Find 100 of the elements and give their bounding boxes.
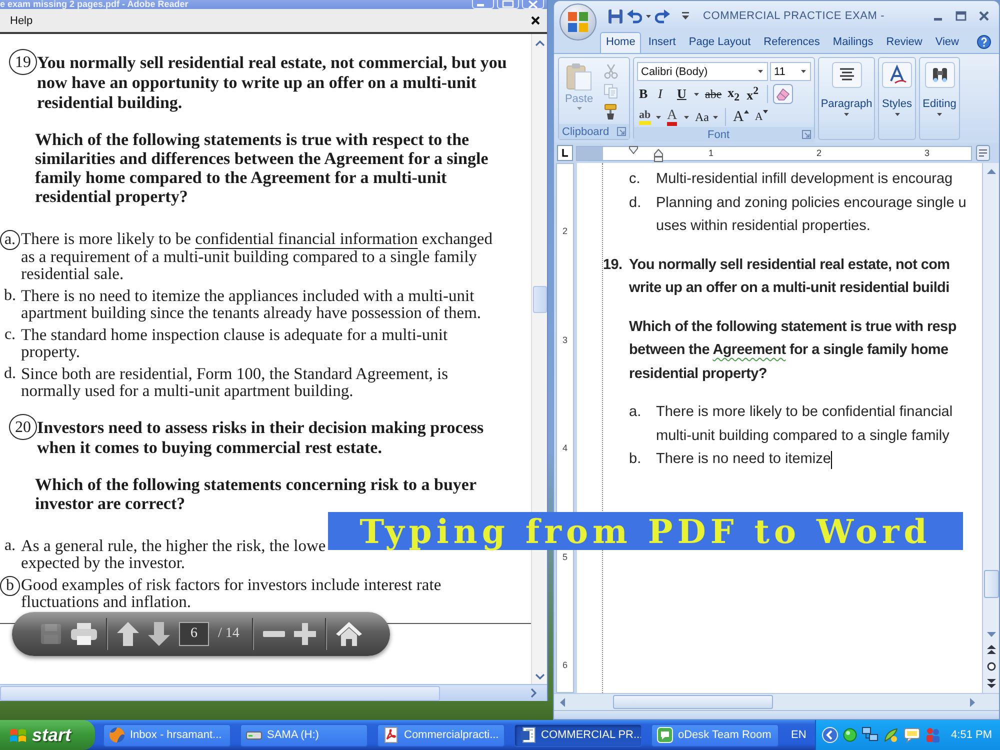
- paragraph-button[interactable]: Paragraph: [818, 57, 875, 140]
- down-caret-icon: [762, 110, 768, 114]
- view-ruler-icon[interactable]: [976, 145, 990, 161]
- caret-icon[interactable]: [801, 70, 806, 73]
- font-size-field[interactable]: 11: [770, 62, 811, 81]
- customize-icon[interactable]: [682, 12, 689, 20]
- font-name-field[interactable]: Calibri (Body): [637, 62, 768, 81]
- redo-icon[interactable]: [655, 8, 670, 24]
- start-button[interactable]: start: [0, 720, 95, 750]
- balloon-icon[interactable]: [904, 727, 920, 743]
- bold-button[interactable]: B: [637, 84, 654, 104]
- indent-marker-icon[interactable]: [629, 146, 638, 154]
- ribbon-tab[interactable]: Mailings: [826, 32, 880, 53]
- strikethrough-button[interactable]: abe: [703, 84, 724, 104]
- network-icon[interactable]: [862, 727, 878, 743]
- grow-font-button[interactable]: A: [731, 107, 751, 127]
- ruler-number: 5: [562, 550, 568, 562]
- shrink-font-button[interactable]: A: [752, 107, 770, 127]
- italic-button[interactable]: I: [656, 84, 673, 104]
- language-indicator[interactable]: EN: [791, 729, 806, 741]
- caret-icon[interactable]: [937, 113, 942, 116]
- list-item-text: Multi-residential infill development is encourag: [656, 170, 953, 189]
- help-icon[interactable]: [977, 35, 991, 49]
- question-prompt: Which of the following statement is true with resp between the Agreement for a single family home residential property?: [629, 318, 956, 384]
- taskbar-button[interactable]: Inbox - hrsamant...: [103, 724, 231, 746]
- caret-icon[interactable]: [844, 113, 849, 116]
- taskbar-button[interactable]: Commercialpracti...: [377, 724, 505, 746]
- ruler-number: 3: [562, 334, 568, 346]
- ribbon-tab[interactable]: Home: [600, 32, 642, 53]
- caret-icon[interactable]: [758, 70, 763, 73]
- ribbon-tab[interactable]: Insert: [642, 32, 682, 53]
- scroll-thumb[interactable]: [0, 686, 440, 700]
- close-icon[interactable]: [531, 16, 540, 25]
- styles-button[interactable]: Styles: [878, 57, 916, 140]
- caret-icon[interactable]: [656, 116, 661, 118]
- answer-option: Since both are residential, Form 100, the Standard Agreement, is normally used for a multi-unit apartment building.: [21, 364, 448, 400]
- ribbon-tab[interactable]: View: [929, 32, 965, 53]
- caret-icon[interactable]: [713, 116, 718, 118]
- styles-icon: [882, 62, 912, 88]
- right-arrow-icon[interactable]: [970, 698, 975, 706]
- superscript-button[interactable]: x$^{2}$: [744, 84, 762, 104]
- editing-button[interactable]: Editing: [919, 57, 960, 140]
- next-page-icon[interactable]: [986, 679, 996, 688]
- scroll-thumb[interactable]: [532, 286, 546, 313]
- question-text: You normally sell residential real estate, not com write up an offer on a multi-unit residential buildi: [629, 256, 950, 298]
- menu-item[interactable]: Help: [10, 14, 33, 26]
- taskbar-button[interactable]: oDesk Team Room: [651, 724, 779, 746]
- up-arrow-icon[interactable]: [986, 169, 996, 174]
- left-arrow-icon[interactable]: [560, 698, 565, 706]
- minimize-icon[interactable]: [472, 0, 494, 9]
- caret-icon[interactable]: [684, 116, 689, 118]
- caret-icon[interactable]: [894, 113, 900, 116]
- list-item-text: There is more likely to be confidential financial multi-unit building compared to a single family: [656, 403, 953, 446]
- brush-icon[interactable]: [604, 104, 618, 120]
- subscript-button[interactable]: x$_{2}$: [726, 84, 743, 104]
- option-letter: a.: [0, 230, 20, 250]
- down-arrow-icon[interactable]: [148, 622, 170, 646]
- chat-icon: [657, 727, 673, 743]
- question-prompt: Which of the following statements concerning risk to a buyer investor are correct?: [35, 474, 477, 512]
- eraser-icon[interactable]: [772, 84, 793, 104]
- caret-icon[interactable]: [694, 92, 699, 96]
- clock: 4:51 PM: [951, 729, 992, 741]
- undo-icon[interactable]: [627, 8, 642, 24]
- ruler-number: 3: [923, 146, 930, 160]
- indent-marker-icon[interactable]: [654, 148, 663, 162]
- up-arrow-icon[interactable]: [117, 622, 139, 646]
- tab-selector-icon[interactable]: [557, 145, 573, 161]
- underline-button[interactable]: U: [675, 84, 692, 104]
- taskbar-button[interactable]: SAMA (H:): [240, 724, 368, 746]
- list-item-text: There is no need to itemize: [656, 450, 831, 469]
- print-icon[interactable]: [71, 623, 97, 645]
- ruler-number: 2: [562, 225, 568, 237]
- scroll-thumb[interactable]: [984, 570, 998, 598]
- ribbon-tab[interactable]: Review: [880, 32, 928, 53]
- list-letter: c.: [629, 170, 642, 189]
- caret-icon[interactable]: [646, 14, 651, 18]
- option-letter: d.: [3, 364, 17, 384]
- leaf-icon[interactable]: [883, 727, 899, 743]
- ribbon-tab[interactable]: Page Layout: [682, 32, 757, 53]
- plus-icon[interactable]: [294, 623, 316, 645]
- down-arrow-icon[interactable]: [986, 632, 996, 637]
- select-browse-icon[interactable]: [986, 662, 996, 671]
- question-prompt: Which of the following statements is true with respect to the similarities and differences between the Agreement for a single family home compared to the Agreement for a multi-unit residential property?: [35, 130, 488, 206]
- list-item-text: Planning and zoning policies encourage single u uses within residential properties.: [656, 194, 966, 236]
- window-title: e exam missing 2 pages.pdf - Adobe Reader: [0, 0, 188, 9]
- chevron-icon[interactable]: [822, 727, 838, 743]
- page-count: / 14: [218, 626, 240, 642]
- scroll-thumb[interactable]: [613, 695, 773, 709]
- question-number: 19.: [603, 256, 624, 274]
- ribbon-tab[interactable]: References: [758, 32, 826, 53]
- previous-page-icon[interactable]: [986, 645, 996, 654]
- save-icon[interactable]: [608, 8, 623, 24]
- home-icon[interactable]: [336, 622, 362, 646]
- group-label: Font: [706, 128, 730, 140]
- change-case-button[interactable]: Aa: [693, 107, 711, 127]
- caption-banner: Typing from PDF to Word: [328, 512, 963, 550]
- page-number-field[interactable]: 6: [179, 622, 209, 646]
- status-orb-icon[interactable]: [843, 728, 857, 742]
- binoculars-icon: [924, 62, 954, 88]
- maximize-icon[interactable]: [955, 10, 967, 22]
